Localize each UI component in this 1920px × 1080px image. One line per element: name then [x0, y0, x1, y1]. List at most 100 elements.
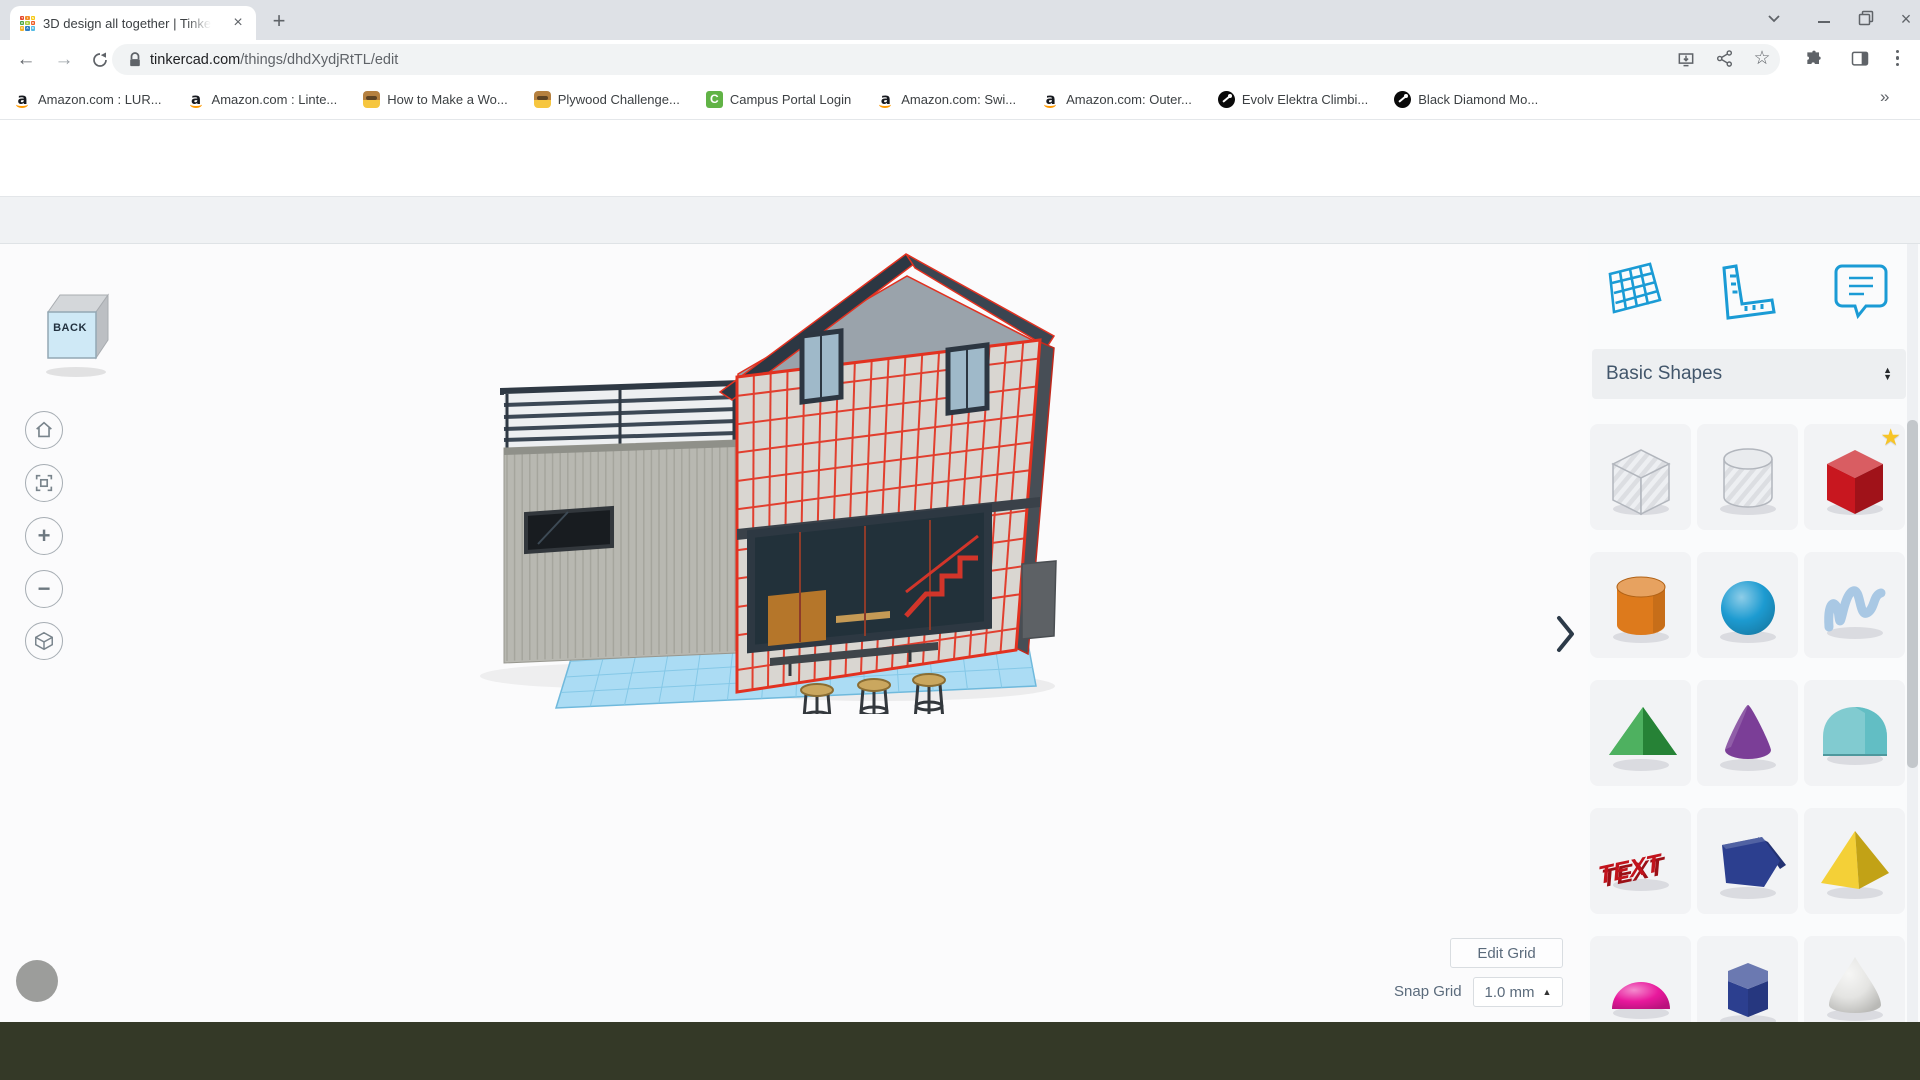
browser-tab[interactable]: TINKERCAD 3D design all together | Tinke… [10, 6, 256, 40]
amazon-favicon: a [877, 91, 894, 108]
shape-sphere[interactable] [1697, 552, 1798, 658]
window-chevron-down-icon[interactable] [1762, 10, 1786, 30]
browser-tab-strip: TINKERCAD 3D design all together | Tinke… [0, 0, 1920, 40]
shape-roof[interactable] [1590, 680, 1691, 786]
edit-grid-button[interactable]: Edit Grid [1450, 938, 1563, 968]
amazon-favicon: a [14, 91, 31, 108]
bookmark-item[interactable]: C Campus Portal Login [706, 91, 851, 108]
amazon-favicon: a [188, 91, 205, 108]
zoom-in-button[interactable]: + [25, 517, 63, 555]
shape-scribble[interactable] [1804, 552, 1905, 658]
bookmark-item[interactable]: Plywood Challenge... [534, 91, 680, 108]
bookmark-label: Amazon.com: Outer... [1066, 92, 1192, 107]
shape-box-transparent[interactable] [1590, 424, 1691, 530]
lock-icon [128, 52, 142, 68]
tinkercad-favicon: TINKERCAD [20, 16, 35, 31]
shape-cone[interactable] [1697, 680, 1798, 786]
logo-tile: I [25, 16, 29, 20]
extensions-puzzle-icon[interactable] [1800, 45, 1828, 71]
panel-scrollbar-thumb[interactable] [1907, 420, 1918, 768]
view-cube[interactable] [38, 288, 118, 380]
logo-tile: N [31, 16, 35, 20]
logo-tile: K [20, 21, 24, 25]
shape-box[interactable]: ★ [1804, 424, 1905, 530]
fit-view-button[interactable] [25, 464, 63, 502]
bookmarks-items: a Amazon.com : LUR... aAmazon.com : Linte.… [14, 91, 1538, 108]
tab-close-icon[interactable]: × [228, 13, 248, 33]
bookmark-item[interactable]: aAmazon.com: Swi... [877, 91, 1016, 108]
bookmark-item[interactable]: Evolv Elektra Climbi... [1218, 91, 1368, 108]
logo-tile: A [25, 26, 29, 30]
bookmark-item[interactable]: a Amazon.com: Outer... [1042, 91, 1192, 108]
browser-menu-icon[interactable] [1894, 48, 1901, 68]
editor-toolbar: Import Export Send To [0, 196, 1920, 244]
featured-star-icon: ★ [1880, 424, 1901, 451]
shape-paraboloid[interactable] [1804, 936, 1905, 1022]
shapes-panel: Basic Shapes ▲▼ ★ TEXTTEXT [1588, 244, 1920, 1022]
bookmark-item[interactable]: a Amazon.com : LUR... [14, 91, 162, 108]
snap-grid-select[interactable]: 1.0 mm ▲ [1473, 977, 1563, 1007]
bookmark-label: Evolv Elektra Climbi... [1242, 92, 1368, 107]
shape-polygon[interactable] [1697, 808, 1798, 914]
bookmarks-bar: a Amazon.com : LUR... aAmazon.com : Linte.… [0, 79, 1920, 120]
snap-grid-label: Snap Grid [1394, 983, 1462, 1000]
browser-address-bar: ← → tinkercad.com/things/dhdXydjRtTL/edi… [0, 40, 1920, 79]
bookmarks-overflow-chevron[interactable]: » [1880, 87, 1889, 107]
new-tab-button[interactable]: + [266, 8, 292, 34]
shape-pyramid[interactable] [1804, 808, 1905, 914]
shape-cylinder[interactable] [1590, 552, 1691, 658]
3d-model [470, 244, 1110, 714]
model-red-building [720, 254, 1056, 714]
shape-category-value: Basic Shapes [1606, 363, 1883, 385]
ruler-tool-icon[interactable] [1716, 264, 1780, 328]
campus-portal-favicon: C [706, 91, 723, 108]
shape-text[interactable]: TEXTTEXT [1590, 808, 1691, 914]
side-panel-icon[interactable] [1846, 45, 1874, 71]
shape-half-sphere[interactable] [1590, 936, 1691, 1022]
model-container-building [500, 380, 741, 663]
chromeos-screen: TIN KER C AD 3D design all together | Tinke… [0, 0, 1920, 1080]
reload-icon[interactable] [86, 46, 114, 74]
shape-cylinder-transparent[interactable] [1697, 424, 1798, 530]
climbing-brand-favicon [1394, 91, 1411, 108]
tinkercad-header: TINKERCAD all together [0, 120, 1920, 196]
window-minimize-icon[interactable] [1812, 10, 1836, 30]
bookmark-item[interactable]: Black Diamond Mo... [1394, 91, 1538, 108]
dropdown-up-arrow-icon: ▲ [1543, 987, 1552, 997]
bookmark-label: Plywood Challenge... [558, 92, 680, 107]
logo-tile: T [20, 16, 24, 20]
bookmark-label: How to Make a Wo... [387, 92, 507, 107]
install-icon[interactable] [1672, 45, 1700, 71]
bookmark-star-icon[interactable]: ☆ [1748, 45, 1776, 71]
workplane-tool-icon[interactable] [1600, 256, 1664, 320]
bookmark-item[interactable]: aAmazon.com : Linte... [188, 91, 338, 108]
notes-tool-icon[interactable] [1832, 260, 1896, 324]
logo-tile: E [25, 21, 29, 25]
woodworking-favicon [534, 91, 551, 108]
shape-round-roof[interactable] [1804, 680, 1905, 786]
tab-title: 3D design all together | Tinkercad [43, 16, 211, 31]
back-icon[interactable]: ← [12, 46, 40, 74]
share-icon[interactable] [1710, 45, 1738, 71]
woodworking-favicon [363, 91, 380, 108]
floating-corner-button[interactable] [16, 960, 58, 1002]
home-view-button[interactable] [25, 411, 63, 449]
bookmark-label: Amazon.com : LUR... [38, 92, 162, 107]
bookmark-label: Campus Portal Login [730, 92, 851, 107]
forward-icon[interactable]: → [50, 46, 78, 74]
url-text: tinkercad.com/things/dhdXydjRtTL/edit [150, 52, 398, 68]
amazon-favicon: a [1042, 91, 1059, 108]
url-omnibox[interactable]: tinkercad.com/things/dhdXydjRtTL/edit [112, 44, 1780, 75]
zoom-out-button[interactable]: − [25, 570, 63, 608]
logo-tile: R [31, 21, 35, 25]
bookmark-item[interactable]: How to Make a Wo... [363, 91, 507, 108]
chromeos-shelf: 3 2:44 [0, 1022, 1920, 1080]
shape-hexagonal-prism[interactable] [1697, 936, 1798, 1022]
perspective-toggle-button[interactable] [25, 622, 63, 660]
shape-category-select[interactable]: Basic Shapes ▲▼ [1592, 349, 1906, 399]
panel-collapse-chevron-icon[interactable] [1554, 612, 1578, 656]
logo-tile: D [31, 26, 35, 30]
window-restore-icon[interactable] [1854, 10, 1878, 30]
select-arrows-icon: ▲▼ [1883, 367, 1892, 381]
window-close-icon[interactable]: × [1894, 10, 1918, 30]
